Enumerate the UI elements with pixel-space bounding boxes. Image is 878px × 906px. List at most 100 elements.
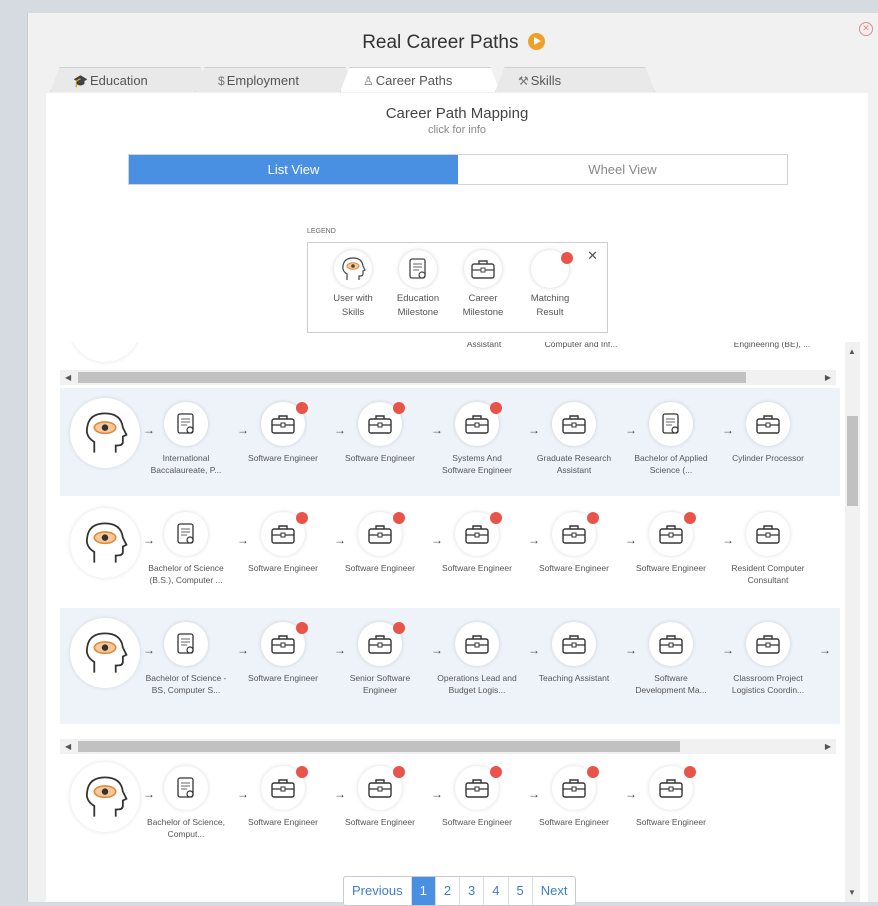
play-icon[interactable]	[527, 33, 545, 50]
scrollbar-thumb[interactable]	[78, 741, 680, 752]
career-milestone[interactable]: Resident Computer Consultant	[723, 512, 813, 586]
milestone-label: Graduate Research Assistant	[536, 453, 612, 475]
match-dot-icon	[490, 512, 502, 524]
career-milestone[interactable]: Software Engineer	[529, 766, 619, 828]
page-2-button[interactable]: 2	[436, 877, 461, 905]
page-3-button[interactable]: 3	[460, 877, 485, 905]
career-path-row[interactable]: → International Baccalaureate, P... → Softw…	[60, 388, 840, 496]
list-view-button[interactable]: List View	[129, 155, 458, 184]
mapping-title[interactable]: Career Path Mapping	[46, 105, 868, 122]
education-milestone[interactable]: Bachelor of Applied Science (...	[626, 402, 716, 476]
legend-close-icon[interactable]: ✕	[587, 248, 598, 264]
next-button[interactable]: Next	[533, 877, 576, 905]
career-milestone[interactable]: Operations Lead and Budget Logis...	[432, 622, 522, 696]
career-milestone[interactable]: Software Engineer	[626, 512, 716, 574]
match-dot-icon	[296, 766, 308, 778]
career-milestone[interactable]: Senior Software Engineer	[335, 622, 425, 696]
career-path-row[interactable]: → Bachelor of Science, Comput... → Software…	[60, 752, 840, 852]
tab-skills[interactable]: ⚒ Skills	[495, 67, 655, 92]
user-skills-avatar[interactable]	[70, 398, 140, 468]
career-paths-modal: ✕ Real Career Paths 🎓 Education $ Employme…	[27, 13, 878, 906]
milestone-label: Bachelor of Science, Comput...	[147, 817, 225, 839]
horizontal-scrollbar[interactable]: ◀ ▶	[60, 739, 836, 754]
vertical-scrollbar[interactable]: ▲ ▼	[845, 342, 860, 902]
career-milestone[interactable]: Software Engineer	[432, 512, 522, 574]
briefcase-icon	[261, 622, 308, 666]
education-milestone[interactable]: Bachelor of Science (B.S.), Computer ...	[141, 512, 231, 586]
career-milestone[interactable]: Software Development Ma...	[626, 622, 716, 696]
user-skills-avatar[interactable]	[70, 762, 140, 832]
milestone-label: Operations Lead and Budget Logis...	[437, 673, 517, 695]
scroll-up-icon[interactable]: ▲	[848, 347, 856, 356]
head-eye-icon	[334, 250, 372, 288]
page-4-button[interactable]: 4	[484, 877, 509, 905]
scrollbar-thumb[interactable]	[847, 416, 858, 506]
head-eye-icon	[85, 412, 128, 453]
education-milestone[interactable]: Bachelor of Science - BS, Computer S...	[141, 622, 231, 696]
certificate-icon	[164, 622, 208, 666]
career-milestone[interactable]: Software Engineer	[238, 402, 328, 464]
career-paths-panel: Career Path Mapping click for info List …	[46, 93, 868, 906]
career-milestone[interactable]: Software Engineer	[335, 766, 425, 828]
mapping-subtitle[interactable]: click for info	[46, 124, 868, 136]
career-milestone[interactable]: Software Engineer	[238, 622, 328, 684]
milestone-label: Software Engineer	[539, 817, 609, 827]
dollar-icon: $	[218, 74, 225, 88]
career-path-row[interactable]: → Bachelor of Science (B.S.), Computer ..…	[60, 498, 840, 608]
education-milestone[interactable]: Bachelor of Science, Comput...	[141, 766, 231, 840]
briefcase-icon	[552, 766, 599, 810]
tab-employment[interactable]: $ Employment	[195, 67, 355, 92]
user-skills-avatar[interactable]	[70, 508, 140, 578]
legend: ✕ User with Skills Education Milestone C…	[307, 242, 608, 333]
milestone-label: Resident Computer Consultant	[731, 563, 805, 585]
briefcase-icon	[261, 402, 308, 446]
milestone-label: Cylinder Processor	[732, 453, 804, 463]
scroll-down-icon[interactable]: ▼	[848, 888, 856, 897]
scrollbar-thumb[interactable]	[78, 372, 746, 383]
briefcase-icon	[455, 622, 499, 666]
career-milestone[interactable]: Software Engineer	[238, 512, 328, 574]
education-milestone[interactable]: International Baccalaureate, P...	[141, 402, 231, 476]
scroll-left-icon[interactable]: ◀	[65, 739, 71, 754]
milestone-label: Software Engineer	[345, 563, 415, 573]
career-milestone[interactable]: Software Engineer	[432, 766, 522, 828]
wheel-view-button[interactable]: Wheel View	[458, 155, 787, 184]
career-milestone[interactable]: Software Engineer	[238, 766, 328, 828]
previous-button[interactable]: Previous	[344, 877, 412, 905]
page-5-button[interactable]: 5	[509, 877, 533, 905]
match-dot-icon	[684, 766, 696, 778]
user-icon: ♙	[363, 74, 374, 88]
career-milestone[interactable]: Graduate Research Assistant	[529, 402, 619, 476]
user-skills-avatar[interactable]	[70, 618, 140, 688]
certificate-icon	[399, 250, 437, 288]
page-1-button[interactable]: 1	[411, 877, 436, 905]
milestone-label: Software Engineer	[539, 563, 609, 573]
horizontal-scrollbar[interactable]: ◀ ▶	[60, 370, 836, 385]
scroll-left-icon[interactable]: ◀	[65, 370, 71, 385]
tab-career-paths[interactable]: ♙ Career Paths	[340, 67, 500, 92]
milestone-label: Software Engineer	[442, 563, 512, 573]
milestone-label: Teaching Assistant	[538, 673, 610, 683]
career-milestone[interactable]: Software Engineer	[626, 766, 716, 828]
page-title-text: Real Career Paths	[362, 32, 519, 53]
partial-label: Engineering (BE), ...	[733, 342, 811, 349]
scroll-right-icon[interactable]: ▶	[825, 370, 831, 385]
scroll-right-icon[interactable]: ▶	[825, 739, 831, 754]
career-milestone[interactable]: Classroom Project Logistics Coordin...	[723, 622, 813, 696]
paths-list[interactable]: Assistant Computer and Inf... Engineerin…	[60, 342, 860, 902]
career-milestone[interactable]: Teaching Assistant	[529, 622, 619, 684]
career-milestone[interactable]: Software Engineer	[335, 402, 425, 464]
legend-item-education-label: Education Milestone	[396, 293, 440, 318]
milestone-label: Software Engineer	[248, 563, 318, 573]
career-milestone[interactable]: Software Engineer	[335, 512, 425, 574]
head-eye-icon	[70, 342, 140, 362]
graduation-cap-icon: 🎓	[73, 74, 88, 88]
tab-education[interactable]: 🎓 Education	[50, 67, 210, 92]
certificate-icon	[164, 402, 208, 446]
career-path-row[interactable]: → Bachelor of Science - BS, Computer S...…	[60, 608, 840, 724]
match-dot-icon	[684, 512, 696, 524]
career-milestone[interactable]: Systems And Software Engineer	[432, 402, 522, 476]
career-milestone[interactable]: Cylinder Processor	[723, 402, 813, 464]
briefcase-icon	[358, 512, 405, 556]
career-milestone[interactable]: Software Engineer	[529, 512, 619, 574]
